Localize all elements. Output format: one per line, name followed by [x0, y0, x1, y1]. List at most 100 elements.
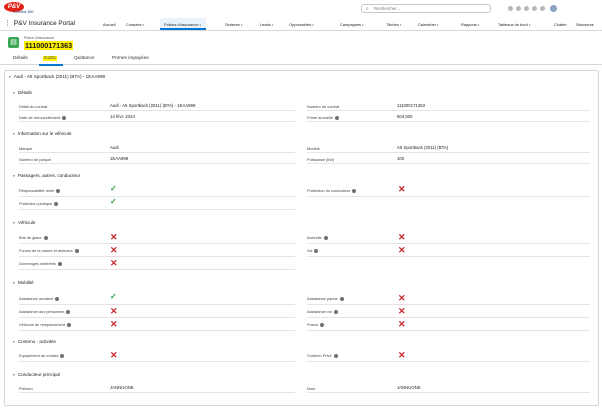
info-icon[interactable] — [43, 235, 48, 240]
avatar[interactable] — [550, 5, 557, 12]
tab-quittance[interactable]: Quittance — [74, 56, 95, 61]
info-icon[interactable] — [323, 235, 328, 240]
field-divider — [307, 163, 590, 164]
section-details-header[interactable]: ▾ Détails — [13, 90, 32, 95]
logo-subtitle: Connect 360 — [13, 10, 34, 14]
nav-item-tableaux-de-bord[interactable]: Tableaux de bord▾ — [498, 22, 530, 27]
dommages-materiels-label: Dommages matériels — [19, 261, 62, 266]
chevron-down-icon[interactable]: ▾ — [241, 23, 243, 27]
date-renouvellement-value: 14 févr. 2024 — [110, 114, 135, 119]
chevron-down-icon[interactable]: ▾ — [400, 23, 402, 27]
nav-item-polices[interactable]: Polices d'assurance▾ — [164, 22, 201, 27]
info-icon[interactable] — [55, 296, 60, 301]
section-vehicule-header[interactable]: ▾ Véhicule — [13, 220, 35, 225]
chevron-down-icon[interactable]: ▾ — [362, 23, 364, 27]
chevron-down-icon[interactable]: ▾ — [312, 23, 314, 27]
info-icon[interactable] — [339, 296, 344, 301]
info-icon[interactable] — [333, 353, 338, 358]
field-divider — [19, 330, 295, 331]
nav-item-comptes[interactable]: Comptes▾ — [126, 22, 144, 27]
label-text: Protection juridique — [19, 201, 53, 206]
nav-item-accueil[interactable]: Accueil — [103, 22, 116, 27]
chevron-down-icon[interactable]: ▾ — [437, 23, 439, 27]
chevron-down-icon[interactable]: ▾ — [13, 221, 15, 225]
nav-label: Opportunités — [289, 22, 312, 27]
numero-plaque-label: Numéro de plaque — [19, 157, 52, 162]
nav-item-opportunites[interactable]: Opportunités▾ — [289, 22, 314, 27]
chevron-down-icon[interactable]: ▾ — [13, 91, 15, 95]
chevron-down-icon[interactable]: ▾ — [13, 281, 15, 285]
chevron-down-icon[interactable]: ▾ — [478, 23, 480, 27]
tab-cozo-label: CoZo — [43, 56, 57, 61]
tab-cozo[interactable]: CoZo — [43, 56, 57, 61]
info-icon[interactable] — [320, 322, 325, 327]
bris-de-glace-label: Bris de glace — [19, 235, 48, 240]
section-conducteur-header[interactable]: ▾ Conducteur principal — [13, 372, 60, 377]
info-icon[interactable] — [56, 188, 61, 193]
info-icon[interactable] — [57, 261, 62, 266]
info-icon[interactable] — [67, 322, 72, 327]
info-icon[interactable] — [333, 309, 338, 314]
tab-details[interactable]: Détails — [13, 56, 28, 61]
chevron-down-icon[interactable]: ▾ — [13, 174, 15, 178]
label-text: Assistance vol — [307, 309, 332, 314]
cross-icon: ✕ — [398, 306, 406, 316]
chevron-down-icon[interactable]: ▾ — [9, 75, 11, 79]
puissance-label: Puissance (kW) — [307, 157, 335, 162]
field-divider — [307, 243, 590, 244]
pv-logo[interactable]: P&V Connect 360 — [4, 2, 38, 16]
label-text: Incendie — [307, 235, 322, 240]
setup-gear-icon[interactable] — [532, 6, 537, 11]
chevron-down-icon[interactable]: ▾ — [199, 23, 201, 27]
label-text: Assistance aux personnes — [19, 309, 65, 314]
nav-item-rapports[interactable]: Rapports▾ — [461, 22, 479, 27]
panel-title[interactable]: ▾ Audi - A5 Sportback (2011) (BTA) - 1EAA… — [9, 74, 105, 79]
global-search-input[interactable]: ⌕ Rechercher... — [361, 4, 491, 13]
info-icon[interactable] — [66, 309, 71, 314]
nav-item-campagnes[interactable]: Campagnes▾ — [340, 22, 364, 27]
checkmark-icon: ✓ — [110, 292, 117, 301]
chevron-down-icon[interactable]: ▾ — [13, 340, 15, 344]
field-divider — [19, 163, 295, 164]
nav-item-structures[interactable]: Structures — [576, 22, 594, 27]
checkmark-icon: ✓ — [110, 197, 117, 206]
search-icon: ⌕ — [366, 6, 369, 12]
chevron-down-icon[interactable]: ▾ — [13, 132, 15, 136]
info-icon[interactable] — [334, 115, 339, 120]
cross-icon: ✕ — [110, 245, 118, 255]
info-icon[interactable] — [62, 115, 67, 120]
nav-item-sinistres[interactable]: Sinistres▾ — [225, 22, 242, 27]
nav-item-taches[interactable]: Tâches▾ — [386, 22, 401, 27]
notifications-bell-icon[interactable] — [540, 6, 545, 11]
chevron-down-icon[interactable]: ▾ — [529, 23, 531, 27]
add-icon[interactable] — [516, 6, 521, 11]
prenom-label: Prénom — [19, 386, 33, 391]
field-divider — [19, 121, 295, 122]
info-icon[interactable] — [60, 353, 65, 358]
cross-icon: ✕ — [398, 293, 406, 303]
info-icon[interactable] — [314, 248, 319, 253]
nav-item-leads[interactable]: Leads▾ — [260, 22, 273, 27]
nav-item-calendrier[interactable]: Calendrier▾ — [418, 22, 438, 27]
cross-icon: ✕ — [398, 184, 406, 194]
section-contenu-header[interactable]: ▾ Contenu - activités — [13, 339, 56, 344]
info-icon[interactable] — [74, 248, 79, 253]
nav-item-chatter[interactable]: Chatter — [554, 22, 567, 27]
assistance-panne-label: Assistance panne — [307, 296, 344, 301]
section-mobilite-header[interactable]: ▾ Mobilité — [13, 280, 34, 285]
record-type-label: Police d'assurance — [24, 36, 55, 40]
favorites-icon[interactable] — [508, 6, 513, 11]
info-icon[interactable] — [54, 201, 59, 206]
info-icon[interactable] — [352, 188, 357, 193]
panel-title-text: Audi - A5 Sportback (2011) (BTA) - 1EAA9… — [13, 74, 106, 79]
chevron-down-icon[interactable]: ▾ — [272, 23, 274, 27]
modele-value: A5 Sportback (2011) (BTA) — [397, 145, 449, 150]
help-icon[interactable] — [524, 6, 529, 11]
tab-primes-impayees[interactable]: Primes impayées — [112, 56, 149, 61]
label-text: Véhicule de remplacement — [19, 322, 66, 327]
section-vehicule-info-header[interactable]: ▾ Information sur le véhicule — [13, 131, 71, 136]
section-title: Information sur le véhicule — [17, 131, 72, 136]
section-passagers-header[interactable]: ▾ Passagers, autres, conducteur — [13, 173, 80, 178]
chevron-down-icon[interactable]: ▾ — [143, 23, 145, 27]
chevron-down-icon[interactable]: ▾ — [13, 373, 15, 377]
